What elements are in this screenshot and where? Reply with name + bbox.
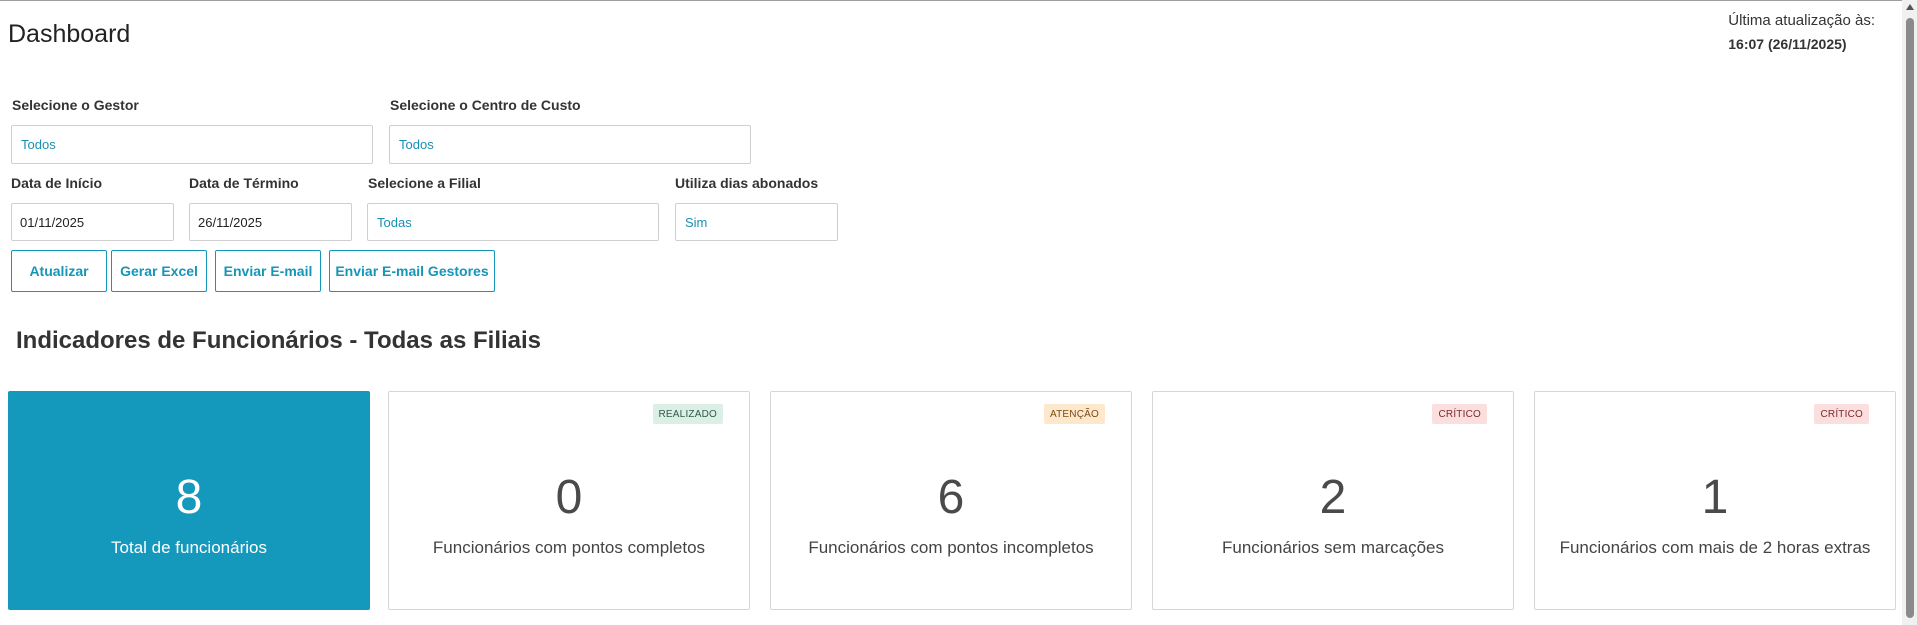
card-label: Funcionários com mais de 2 horas extras bbox=[1559, 538, 1871, 557]
enviar-email-button[interactable]: Enviar E-mail bbox=[215, 250, 321, 292]
centro-custo-label: Selecione o Centro de Custo bbox=[390, 97, 581, 113]
gerar-excel-button[interactable]: Gerar Excel bbox=[111, 250, 207, 292]
centro-custo-select[interactable]: Todos bbox=[389, 125, 751, 164]
status-badge: CRÍTICO bbox=[1814, 404, 1869, 424]
card-pontos-completos: REALIZADO 0 Funcionários com pontos comp… bbox=[388, 391, 750, 610]
last-update-label: Última atualização às: bbox=[1728, 12, 1875, 29]
card-value: 0 bbox=[555, 471, 583, 524]
card-value: 6 bbox=[937, 471, 965, 524]
dias-abonados-label: Utiliza dias abonados bbox=[675, 175, 819, 191]
data-termino-input[interactable]: 26/11/2025 bbox=[189, 203, 352, 241]
card-value: 1 bbox=[1701, 471, 1729, 524]
filial-select[interactable]: Todas bbox=[367, 203, 659, 241]
atualizar-button[interactable]: Atualizar bbox=[11, 250, 107, 292]
status-badge: REALIZADO bbox=[652, 404, 723, 424]
filial-label: Selecione a Filial bbox=[368, 175, 481, 191]
card-pontos-incompletos: ATENÇÃO 6 Funcionários com pontos incomp… bbox=[770, 391, 1132, 610]
scroll-up-arrow-icon[interactable] bbox=[1906, 4, 1914, 10]
data-inicio-label: Data de Início bbox=[11, 175, 103, 191]
card-sem-marcacoes: CRÍTICO 2 Funcionários sem marcações bbox=[1152, 391, 1514, 610]
card-value: 2 bbox=[1319, 471, 1347, 524]
page-title: Dashboard bbox=[8, 20, 131, 48]
last-update-value: 16:07 (26/11/2025) bbox=[1728, 36, 1847, 52]
card-label: Funcionários sem marcações bbox=[1221, 538, 1445, 557]
card-total-funcionarios: 8 Total de funcionários bbox=[8, 391, 370, 610]
card-label: Funcionários com pontos completos bbox=[432, 538, 706, 557]
card-horas-extras: CRÍTICO 1 Funcionários com mais de 2 hor… bbox=[1534, 391, 1896, 610]
status-badge: CRÍTICO bbox=[1432, 404, 1487, 424]
card-value: 8 bbox=[175, 471, 203, 524]
gestor-select[interactable]: Todos bbox=[11, 125, 373, 164]
card-label: Total de funcionários bbox=[111, 538, 267, 557]
enviar-email-gestores-button[interactable]: Enviar E-mail Gestores bbox=[329, 250, 495, 292]
vertical-scrollbar[interactable] bbox=[1902, 0, 1917, 625]
section-title: Indicadores de Funcionários - Todas as F… bbox=[16, 327, 542, 354]
last-update: Última atualização às: 16:07 (26/11/2025… bbox=[1728, 12, 1875, 52]
dias-abonados-select[interactable]: Sim bbox=[675, 203, 838, 241]
card-label: Funcionários com pontos incompletos bbox=[808, 538, 1094, 557]
top-border bbox=[0, 0, 1917, 1]
data-inicio-input[interactable]: 01/11/2025 bbox=[11, 203, 174, 241]
gestor-label: Selecione o Gestor bbox=[12, 97, 139, 113]
data-termino-label: Data de Término bbox=[189, 175, 299, 191]
scroll-thumb[interactable] bbox=[1906, 18, 1914, 618]
status-badge: ATENÇÃO bbox=[1044, 404, 1105, 424]
